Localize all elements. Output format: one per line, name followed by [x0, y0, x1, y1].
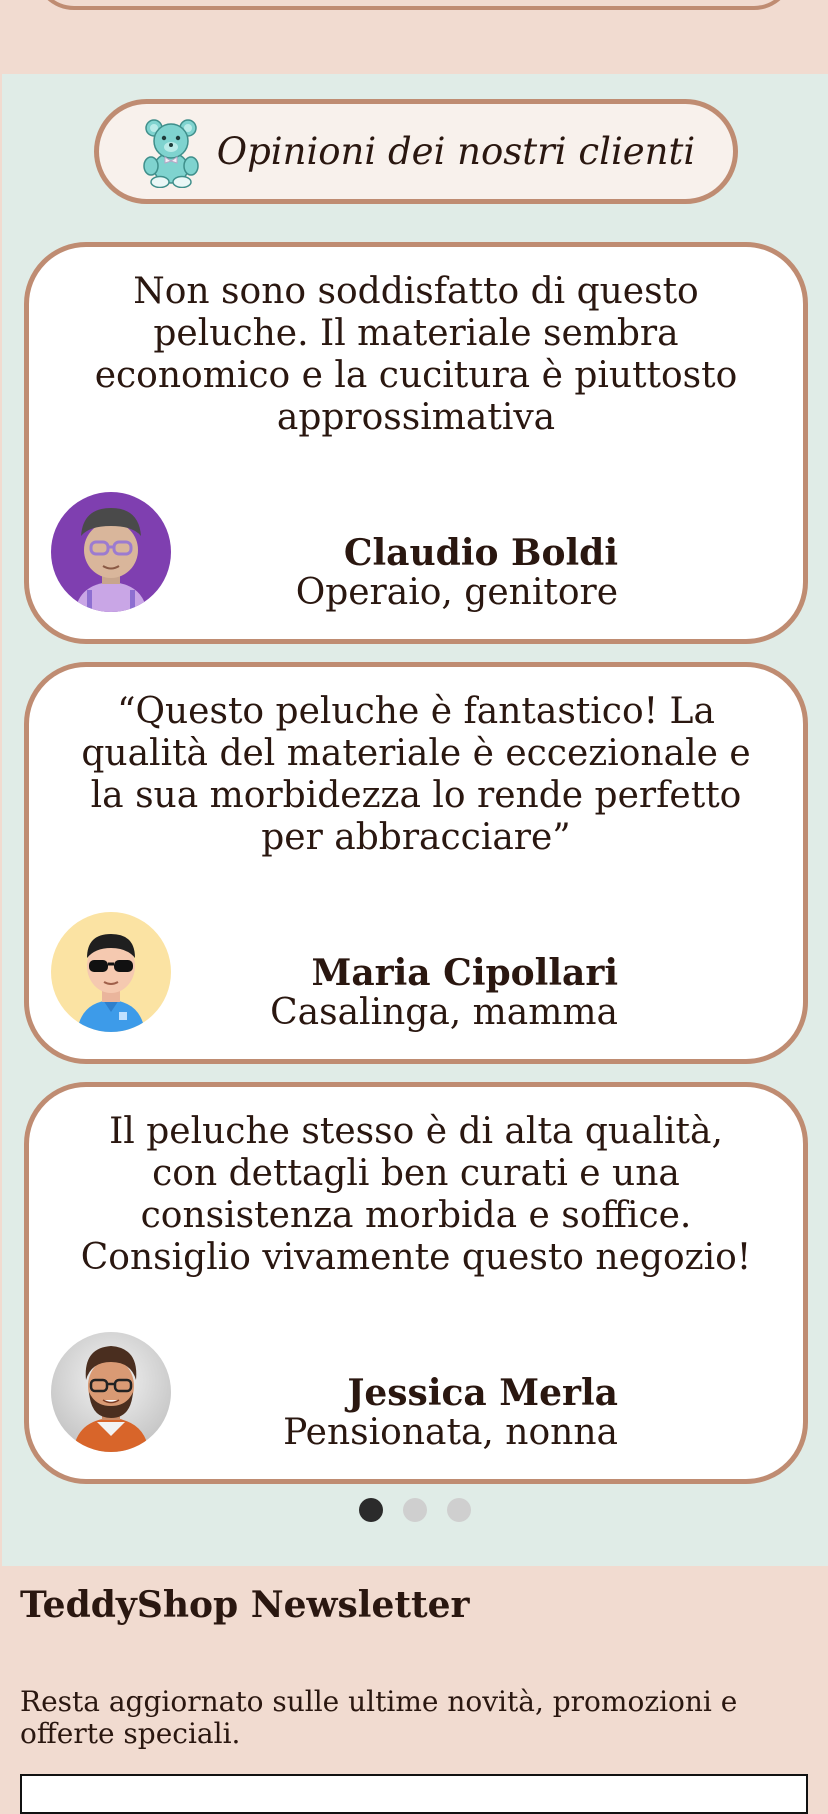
reviewer-avatar [51, 912, 171, 1032]
newsletter-description: Resta aggiornato sulle ultime novità, pr… [20, 1685, 738, 1750]
reviewer-name: Jessica Merla [347, 1372, 618, 1414]
reviewer-name: Maria Cipollari [311, 952, 618, 994]
review-card: “Questo peluche è fantastico! La qualità… [24, 662, 808, 1064]
teddy-bear-icon [143, 118, 199, 188]
carousel-dot-2[interactable] [403, 1498, 427, 1522]
review-card: Il peluche stesso è di alta qualità, con… [24, 1082, 808, 1484]
review-text: “Questo peluche è fantastico! La qualità… [81, 691, 751, 858]
previous-section-card-edge [34, 0, 794, 10]
carousel-dot-1[interactable] [359, 1498, 383, 1522]
reviewer-name: Claudio Boldi [343, 532, 618, 574]
newsletter-email-input[interactable] [20, 1774, 808, 1814]
newsletter-title: TeddyShop Newsletter [20, 1584, 470, 1626]
review-text: Il peluche stesso è di alta qualità, con… [80, 1111, 752, 1278]
review-text: Non sono soddisfatto di questo peluche. … [94, 271, 738, 438]
reviewer-role: Pensionata, nonna [283, 1412, 618, 1453]
reviewer-role: Operaio, genitore [295, 572, 618, 613]
carousel-dot-3[interactable] [447, 1498, 471, 1522]
reviewer-avatar [51, 492, 171, 612]
section-title: Opinioni dei nostri clienti [216, 130, 696, 173]
reviewer-role: Casalinga, mamma [270, 992, 618, 1033]
testimonials-section: Opinioni dei nostri clienti Non sono sod… [2, 74, 828, 1566]
carousel-pagination [2, 1498, 828, 1522]
review-card: Non sono soddisfatto di questo peluche. … [24, 242, 808, 644]
testimonials-heading-pill: Opinioni dei nostri clienti [94, 99, 738, 204]
reviewer-avatar [51, 1332, 171, 1452]
